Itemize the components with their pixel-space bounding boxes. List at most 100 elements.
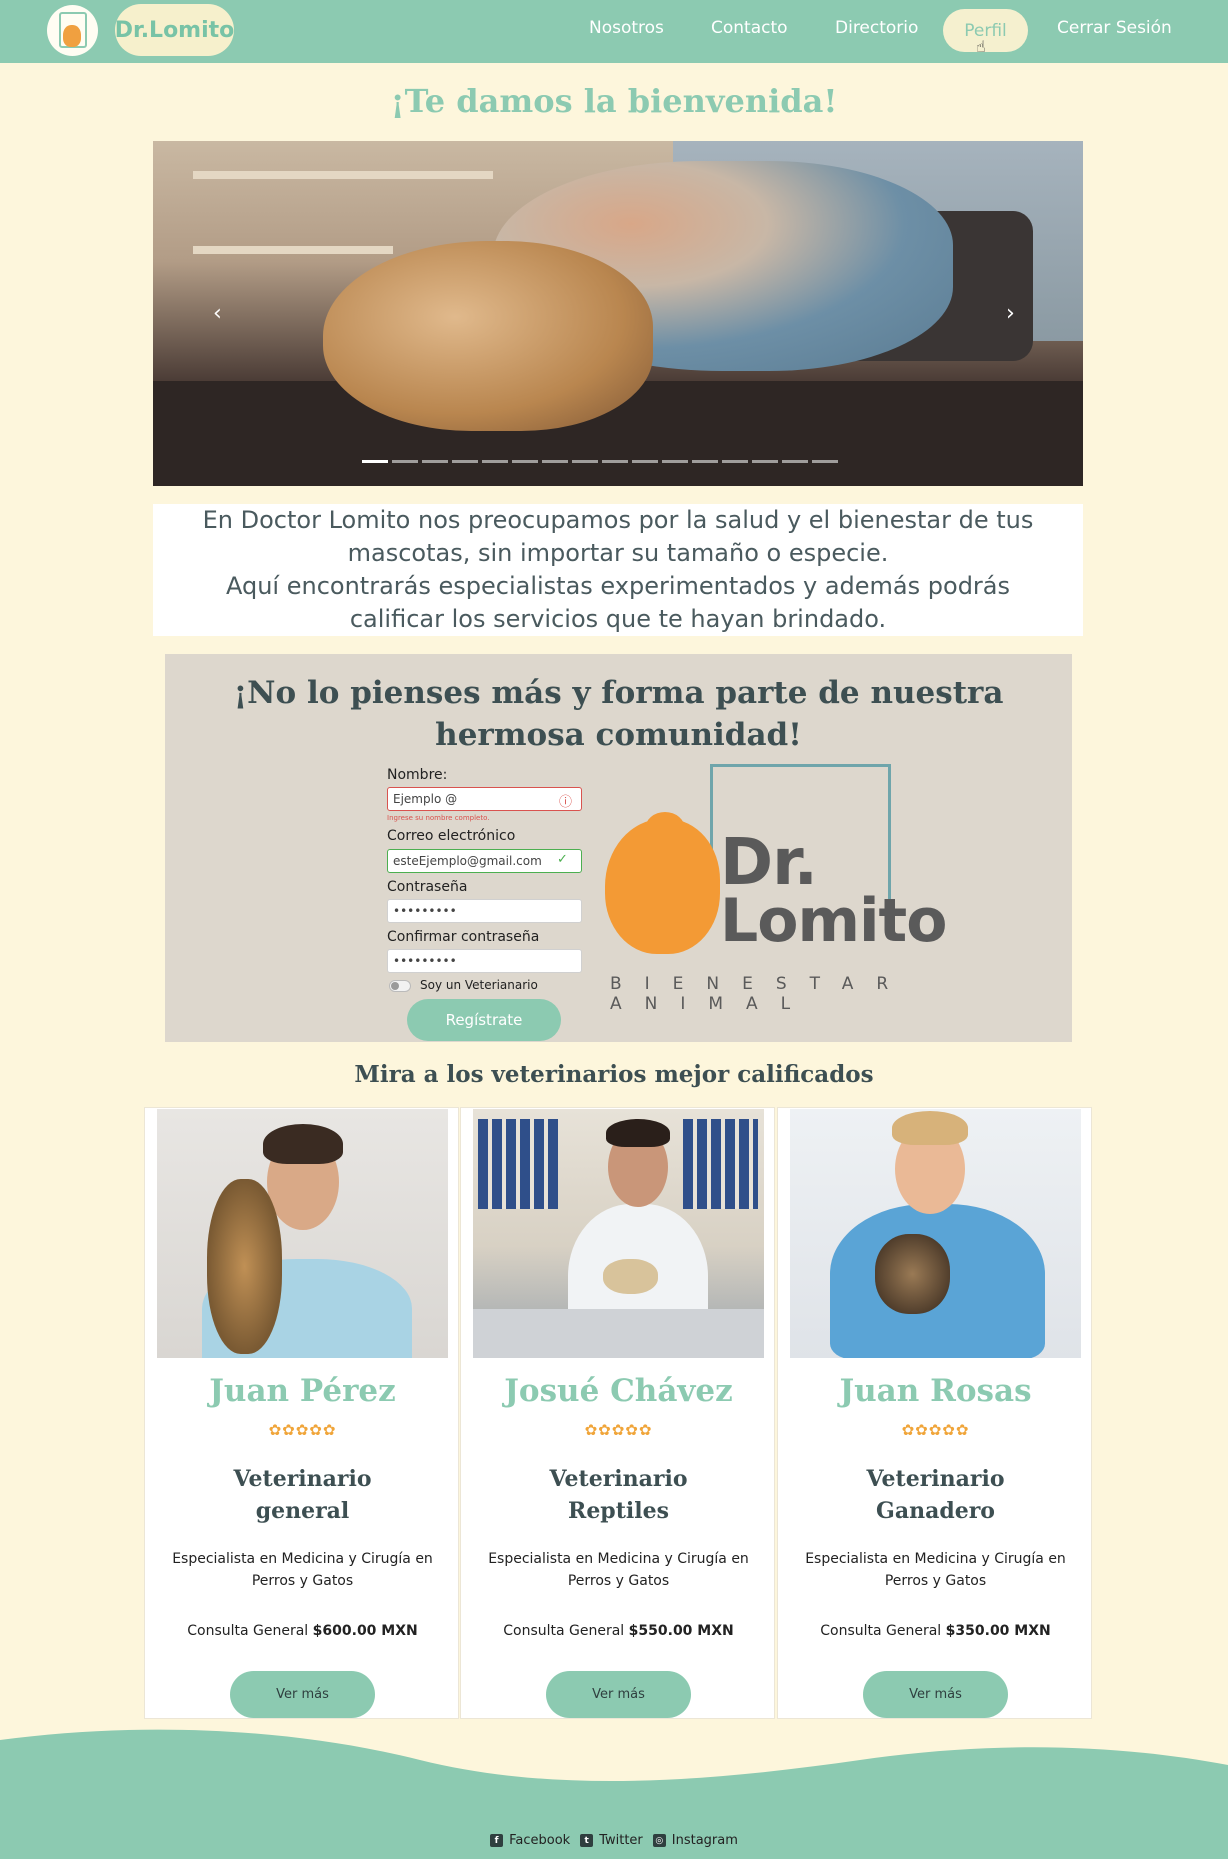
vet-specialty: Veterinario Ganadero xyxy=(808,1463,1063,1527)
cat-image xyxy=(207,1179,282,1354)
signup-section: ¡No lo pienses más y forma parte de nues… xyxy=(165,654,1072,1042)
carousel-indicator[interactable] xyxy=(722,460,748,463)
intro-line: Aquí encontrarás especialistas experimen… xyxy=(225,572,1011,600)
hero-carousel[interactable]: ‹ › xyxy=(153,141,1083,486)
carousel-dog xyxy=(323,241,653,431)
error-icon: ⓘ xyxy=(559,795,573,810)
vet-name: Juan Rosas xyxy=(839,1373,1032,1409)
binder-shelf xyxy=(478,1119,558,1209)
vet-card: Juan Pérez ✿✿✿✿✿ Veterinario general Esp… xyxy=(144,1107,459,1719)
nav-nosotros[interactable]: Nosotros xyxy=(589,18,664,38)
social-links: f Facebook t Twitter ◎ Instagram xyxy=(0,1833,1228,1848)
email-field[interactable]: esteEjemplo@gmail.com xyxy=(387,849,582,873)
welcome-heading: ¡Te damos la bienvenida! xyxy=(390,82,838,120)
reptile-image xyxy=(603,1259,658,1294)
brand-name[interactable]: Dr.Lomito xyxy=(115,4,234,56)
carousel-indicator[interactable] xyxy=(602,460,628,463)
vet-toggle[interactable] xyxy=(389,980,411,992)
vet-price: Consulta General $550.00 MXN xyxy=(461,1623,776,1639)
instagram-link[interactable]: ◎ Instagram xyxy=(652,1833,738,1848)
carousel-indicator[interactable] xyxy=(572,460,598,463)
dog-mark xyxy=(63,25,81,47)
specialty-line: Veterinario xyxy=(866,1466,1005,1492)
vet-specialty: Veterinario general xyxy=(175,1463,430,1527)
instagram-icon: ◎ xyxy=(652,1834,666,1847)
logo-tagline: BIENESTAR ANIMAL xyxy=(610,974,912,1014)
vet-name: Josué Chávez xyxy=(504,1373,733,1409)
intro-line: calificar los servicios que te hayan bri… xyxy=(349,605,887,633)
vet-photo xyxy=(473,1109,764,1358)
vet-price: Consulta General $350.00 MXN xyxy=(778,1623,1093,1639)
carousel-indicator[interactable] xyxy=(422,460,448,463)
carousel-indicator[interactable] xyxy=(662,460,688,463)
lab-table xyxy=(473,1309,764,1358)
vet-card: Josué Chávez ✿✿✿✿✿ Veterinario Reptiles … xyxy=(460,1107,775,1719)
carousel-indicator[interactable] xyxy=(632,460,658,463)
signup-title-line: ¡No lo pienses más y forma parte de nues… xyxy=(233,675,1004,711)
password-field[interactable]: ••••••••• xyxy=(387,899,582,923)
specialty-line: Ganadero xyxy=(876,1498,995,1524)
confirm-password-label: Confirmar contraseña xyxy=(387,929,540,945)
price-value: $350.00 MXN xyxy=(945,1623,1051,1639)
nav-contacto[interactable]: Contacto xyxy=(711,18,788,38)
carousel-prev-icon[interactable]: ‹ xyxy=(213,301,222,326)
pointer-cursor-icon: ☝ xyxy=(976,37,986,56)
register-button[interactable]: Regístrate xyxy=(407,999,561,1041)
carousel-indicator[interactable] xyxy=(512,460,538,463)
price-label: Consulta General xyxy=(820,1623,942,1639)
facebook-icon: f xyxy=(490,1834,504,1847)
vet-hair xyxy=(892,1111,968,1145)
vet-photo xyxy=(790,1109,1081,1358)
specialty-line: Veterinario xyxy=(233,1466,372,1492)
vet-price: Consulta General $600.00 MXN xyxy=(145,1623,460,1639)
name-error-text: Ingrese su nombre completo. xyxy=(387,814,490,822)
twitter-link[interactable]: t Twitter xyxy=(580,1833,643,1848)
carousel-indicator[interactable] xyxy=(452,460,478,463)
top-vets-title: Mira a los veterinarios mejor calificado… xyxy=(354,1061,874,1088)
name-field[interactable]: Ejemplo @ xyxy=(387,787,582,811)
rating-stars-icon: ✿✿✿✿✿ xyxy=(268,1421,337,1439)
name-label: Nombre: xyxy=(387,767,448,783)
carousel-indicator[interactable] xyxy=(392,460,418,463)
carousel-indicators xyxy=(362,460,838,463)
confirm-password-field[interactable]: ••••••••• xyxy=(387,949,582,973)
binder-shelf xyxy=(683,1119,758,1209)
vet-name: Juan Pérez xyxy=(209,1373,396,1409)
carousel-next-icon[interactable]: › xyxy=(1006,301,1015,326)
carousel-indicator[interactable] xyxy=(782,460,808,463)
ver-mas-button[interactable]: Ver más xyxy=(546,1671,691,1718)
carousel-indicator[interactable] xyxy=(362,460,388,463)
navbar: Dr.Lomito Nosotros Contacto Directorio P… xyxy=(0,0,1228,63)
carousel-indicator[interactable] xyxy=(542,460,568,463)
carousel-indicator[interactable] xyxy=(692,460,718,463)
carousel-shelf xyxy=(193,171,493,179)
vet-specialty: Veterinario Reptiles xyxy=(491,1463,746,1527)
carousel-shelf xyxy=(193,246,393,254)
facebook-link[interactable]: f Facebook xyxy=(490,1833,570,1848)
signup-title: ¡No lo pienses más y forma parte de nues… xyxy=(165,672,1072,756)
price-value: $550.00 MXN xyxy=(628,1623,734,1639)
carousel-indicator[interactable] xyxy=(812,460,838,463)
logo-icon[interactable] xyxy=(47,5,98,56)
nav-cerrar-sesion[interactable]: Cerrar Sesión xyxy=(1057,18,1172,38)
carousel-indicator[interactable] xyxy=(752,460,778,463)
vet-card: Juan Rosas ✿✿✿✿✿ Veterinario Ganadero Es… xyxy=(777,1107,1092,1719)
intro-text: En Doctor Lomito nos preocupamos por la … xyxy=(153,504,1083,636)
ver-mas-button[interactable]: Ver más xyxy=(863,1671,1008,1718)
logo-lomito-text: Lomito xyxy=(720,886,947,956)
nav-directorio[interactable]: Directorio xyxy=(835,18,918,38)
signup-title-line: hermosa comunidad! xyxy=(435,717,802,753)
carousel-indicator[interactable] xyxy=(482,460,508,463)
ver-mas-button[interactable]: Ver más xyxy=(230,1671,375,1718)
rating-stars-icon: ✿✿✿✿✿ xyxy=(584,1421,653,1439)
vet-toggle-label: Soy un Veterianario xyxy=(420,978,538,992)
vet-hair xyxy=(606,1119,670,1147)
email-label: Correo electrónico xyxy=(387,828,516,844)
logo-dog-icon xyxy=(605,819,720,954)
facebook-label: Facebook xyxy=(509,1833,571,1848)
vet-description: Especialista en Medicina y Cirugía en Pe… xyxy=(172,1551,433,1589)
specialty-line: general xyxy=(255,1498,350,1524)
intro-line: mascotas, sin importar su tamaño o espec… xyxy=(347,539,889,567)
price-value: $600.00 MXN xyxy=(312,1623,418,1639)
vet-hair xyxy=(263,1124,343,1164)
